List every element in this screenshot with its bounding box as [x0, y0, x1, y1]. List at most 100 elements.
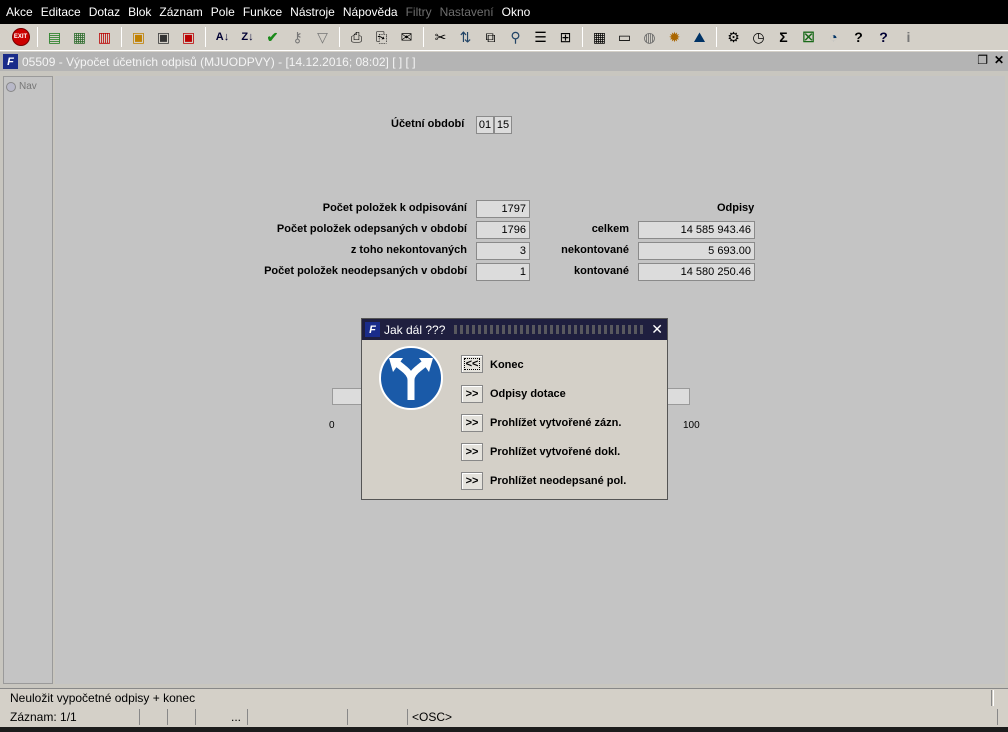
menu-zaznam[interactable]: Záznam [155, 5, 206, 19]
paste-icon[interactable]: ⧉ [480, 26, 502, 48]
status-cell-6 [348, 709, 408, 725]
titlebar-grip [454, 325, 643, 334]
hint-bar: Neuložit vypočetné odpisy + konec [0, 688, 1008, 707]
close-icon[interactable]: ✕ [994, 53, 1004, 67]
key-icon[interactable]: ⚷ [287, 26, 309, 48]
cut-icon[interactable]: ✂ [430, 26, 452, 48]
info-icon[interactable]: ? [873, 26, 895, 48]
konec-button[interactable]: << [461, 355, 483, 373]
copy-icon[interactable]: ⇅ [455, 26, 477, 48]
save-record-icon[interactable]: ▦ [69, 26, 91, 48]
items-to-depreciate-label: Počet položek k odpisování [322, 202, 467, 214]
kontovane-label: kontované [573, 265, 629, 277]
period-year-field[interactable]: 15 [494, 116, 512, 134]
nav-label: Nav [19, 81, 37, 92]
menu-okno[interactable]: Okno [498, 5, 535, 19]
period-month-field[interactable]: 01 [476, 116, 494, 134]
dialog-titlebar: F Jak dál ??? ✕ [362, 319, 667, 340]
calculator-icon[interactable]: ▦ [589, 26, 611, 48]
menu-blok[interactable]: Blok [124, 5, 155, 19]
odpisy-dotace-label: Odpisy dotace [490, 388, 566, 400]
menu-editace[interactable]: Editace [37, 5, 85, 19]
clock-icon[interactable]: ◔ [823, 26, 845, 48]
status-cell-3 [168, 709, 196, 725]
menu-funkce[interactable]: Funkce [239, 5, 286, 19]
attach-icon[interactable]: ⚲ [505, 26, 527, 48]
filter-icon[interactable]: ▽ [312, 26, 334, 48]
record-indicator: Záznam: 1/1 [0, 709, 140, 725]
delete-record-icon[interactable]: ▥ [94, 26, 116, 48]
dialog-close-icon[interactable]: ✕ [651, 321, 663, 338]
help-icon[interactable]: ? [848, 26, 870, 48]
insert-record-icon[interactable]: ▤ [44, 26, 66, 48]
toolbar-separator [339, 27, 340, 47]
document-title: 05509 - Výpočet účetních odpisů (MJUODPV… [22, 54, 416, 69]
items-depreciated-field: 1796 [476, 221, 530, 239]
sum-icon[interactable]: Σ [773, 26, 795, 48]
toolbar-separator [121, 27, 122, 47]
list-icon[interactable]: ☰ [530, 26, 552, 48]
print-icon[interactable]: ⎙ [346, 26, 368, 48]
view-created-records-label: Prohlížet vytvořené zázn. [490, 417, 622, 429]
nekontovane-field: 5 693.00 [638, 242, 755, 260]
items-depreciated-label: Počet položek odepsaných v období [276, 223, 467, 235]
menu-napoveda[interactable]: Nápověda [339, 5, 402, 19]
about-icon[interactable]: i [898, 26, 920, 48]
mail-icon[interactable]: ✉ [396, 26, 418, 48]
view-undepreciated-items-label: Prohlížet neodepsané pol. [490, 475, 627, 487]
celkem-field: 14 585 943.46 [638, 221, 755, 239]
view-undepreciated-items-button[interactable]: >> [461, 472, 483, 490]
view-created-records-button[interactable]: >> [461, 414, 483, 432]
settings-icon[interactable]: ⚙ [723, 26, 745, 48]
menu-nastroje[interactable]: Nástroje [286, 5, 339, 19]
menu-akce[interactable]: Akce [2, 5, 37, 19]
document-icon[interactable]: ▭ [614, 26, 636, 48]
toolbar-separator [716, 27, 717, 47]
hint-bar-end [991, 690, 994, 706]
period-label: Účetní období [391, 118, 465, 130]
konec-label: Konec [490, 359, 524, 371]
accept-icon[interactable]: ✔ [262, 26, 284, 48]
turn-left-or-right-sign-icon [379, 346, 443, 410]
exit-icon: EXIT [11, 28, 30, 46]
menu-nastaveni: Nastavení [439, 5, 494, 19]
status-cell-2 [140, 709, 168, 725]
excel-icon[interactable]: ☒ [798, 26, 820, 48]
toolbar-separator [582, 27, 583, 47]
calendar-icon[interactable]: ◷ [748, 26, 770, 48]
chart-icon[interactable]: ⛰ [689, 26, 711, 48]
kontovane-field: 14 580 250.46 [638, 263, 755, 281]
query-icon[interactable]: ▣ [128, 26, 150, 48]
toolbar-separator [205, 27, 206, 47]
execute-query-icon[interactable]: ▣ [153, 26, 175, 48]
dialog-title: Jak dál ??? [384, 322, 446, 337]
nav-panel: Nav [3, 76, 53, 684]
celkem-label: celkem [591, 223, 629, 235]
odpisy-dotace-button[interactable]: >> [461, 385, 483, 403]
sun-icon[interactable]: ✹ [664, 26, 686, 48]
sort-descending-icon[interactable]: Z↓ [237, 26, 259, 48]
cancel-query-icon[interactable]: ▣ [178, 26, 200, 48]
exit-button[interactable]: EXIT [10, 26, 32, 48]
view-created-documents-button[interactable]: >> [461, 443, 483, 461]
tree-icon[interactable]: ⊞ [555, 26, 577, 48]
globe-icon[interactable]: ◍ [639, 26, 661, 48]
sort-ascending-icon[interactable]: A↓ [212, 26, 234, 48]
status-cell-4: ... [196, 709, 248, 725]
status-bar: Záznam: 1/1 ... <OSC> [0, 707, 1008, 727]
items-not-depreciated-label: Počet položek neodepsaných v období [264, 265, 467, 277]
document-titlebar: F 05509 - Výpočet účetních odpisů (MJUOD… [0, 52, 1008, 71]
items-not-depreciated-field: 1 [476, 263, 530, 281]
menu-pole[interactable]: Pole [207, 5, 239, 19]
items-to-depreciate-field: 1797 [476, 200, 530, 218]
toolbar-separator [423, 27, 424, 47]
nav-radio[interactable]: Nav [6, 81, 37, 92]
print-preview-icon[interactable]: ⎘ [371, 26, 393, 48]
restore-icon[interactable]: ❐ [977, 53, 988, 67]
next-step-dialog: F Jak dál ??? ✕ << Konec >> Odpisy dotac… [361, 318, 668, 500]
uncounted-field: 3 [476, 242, 530, 260]
progress-min-label: 0 [329, 420, 335, 431]
uncounted-label: z toho nekontovaných [350, 244, 467, 256]
menu-bar: Akce Editace Dotaz Blok Záznam Pole Funk… [0, 0, 1008, 24]
menu-dotaz[interactable]: Dotaz [85, 5, 124, 19]
